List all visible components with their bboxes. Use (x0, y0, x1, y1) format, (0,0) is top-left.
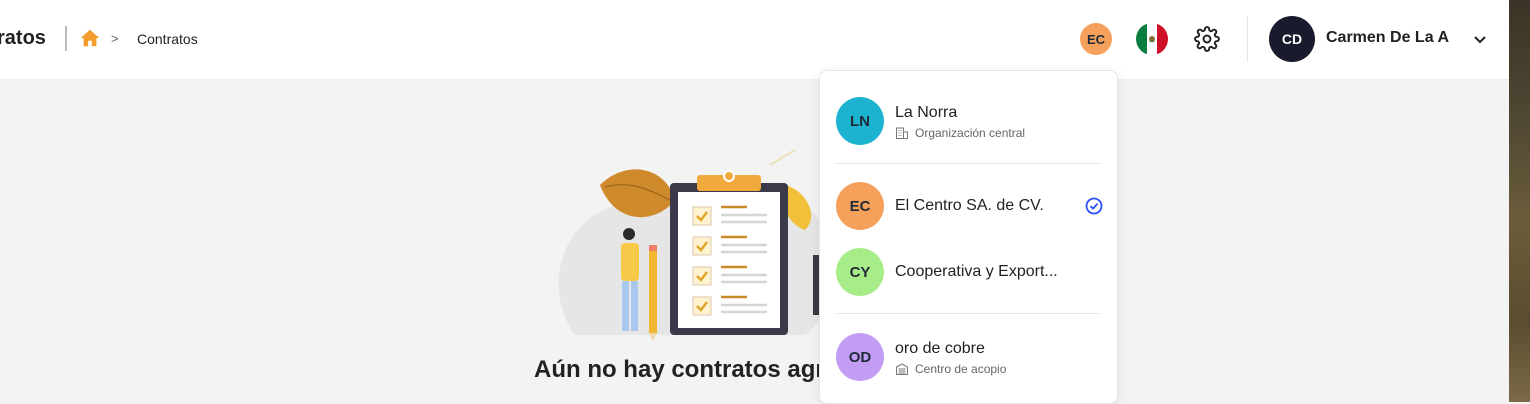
chevron-down-icon[interactable] (1472, 31, 1488, 47)
dropdown-divider (836, 313, 1100, 314)
empty-state-illustration (558, 149, 832, 341)
check-circle-icon (1085, 197, 1103, 215)
dropdown-divider (836, 163, 1100, 164)
mexico-flag-icon[interactable] (1136, 23, 1168, 55)
org-name: oro de cobre (895, 340, 985, 357)
home-icon[interactable] (79, 27, 101, 49)
org-type: Organización central (895, 126, 1025, 140)
org-item-oro-de-cobre[interactable]: OD oro de cobre Centro de acopio (820, 327, 1117, 387)
header-divider (1247, 16, 1248, 62)
building-icon (896, 127, 908, 139)
org-type-label: Organización central (915, 126, 1026, 140)
gear-icon[interactable] (1194, 26, 1220, 52)
org-avatar: OD (836, 333, 884, 381)
org-name: La Norra (895, 104, 958, 121)
org-avatar: CY (836, 248, 884, 296)
user-name[interactable]: Carmen De La A (1326, 29, 1449, 47)
org-avatar: LN (836, 97, 884, 145)
breadcrumb-separator: > (111, 31, 119, 46)
org-name: El Centro SA. de CV. (895, 197, 1044, 214)
organization-dropdown: LN La Norra Organización central EC El C… (819, 70, 1118, 404)
page-title: ratos (0, 27, 46, 49)
user-avatar[interactable]: CD (1269, 16, 1315, 62)
org-item-cooperativa[interactable]: CY Cooperativa y Export... (820, 242, 1117, 302)
title-separator (65, 26, 67, 51)
org-item-la-norra[interactable]: LN La Norra Organización central (820, 91, 1117, 151)
org-item-el-centro[interactable]: EC El Centro SA. de CV. (820, 176, 1117, 236)
org-type-label: Centro de acopio (915, 362, 1007, 376)
org-badge-button[interactable]: EC (1080, 23, 1112, 55)
org-name: Cooperativa y Export... (895, 263, 1058, 280)
org-avatar: EC (836, 182, 884, 230)
background-image-edge (1509, 0, 1530, 402)
top-bar: ratos > Contratos EC CD Carmen De La A (0, 0, 1509, 80)
org-type: Centro de acopio (895, 362, 1006, 376)
empty-state-title: Aún no hay contratos agregados (534, 356, 824, 383)
warehouse-icon (896, 363, 908, 375)
breadcrumb-current: Contratos (137, 31, 198, 47)
